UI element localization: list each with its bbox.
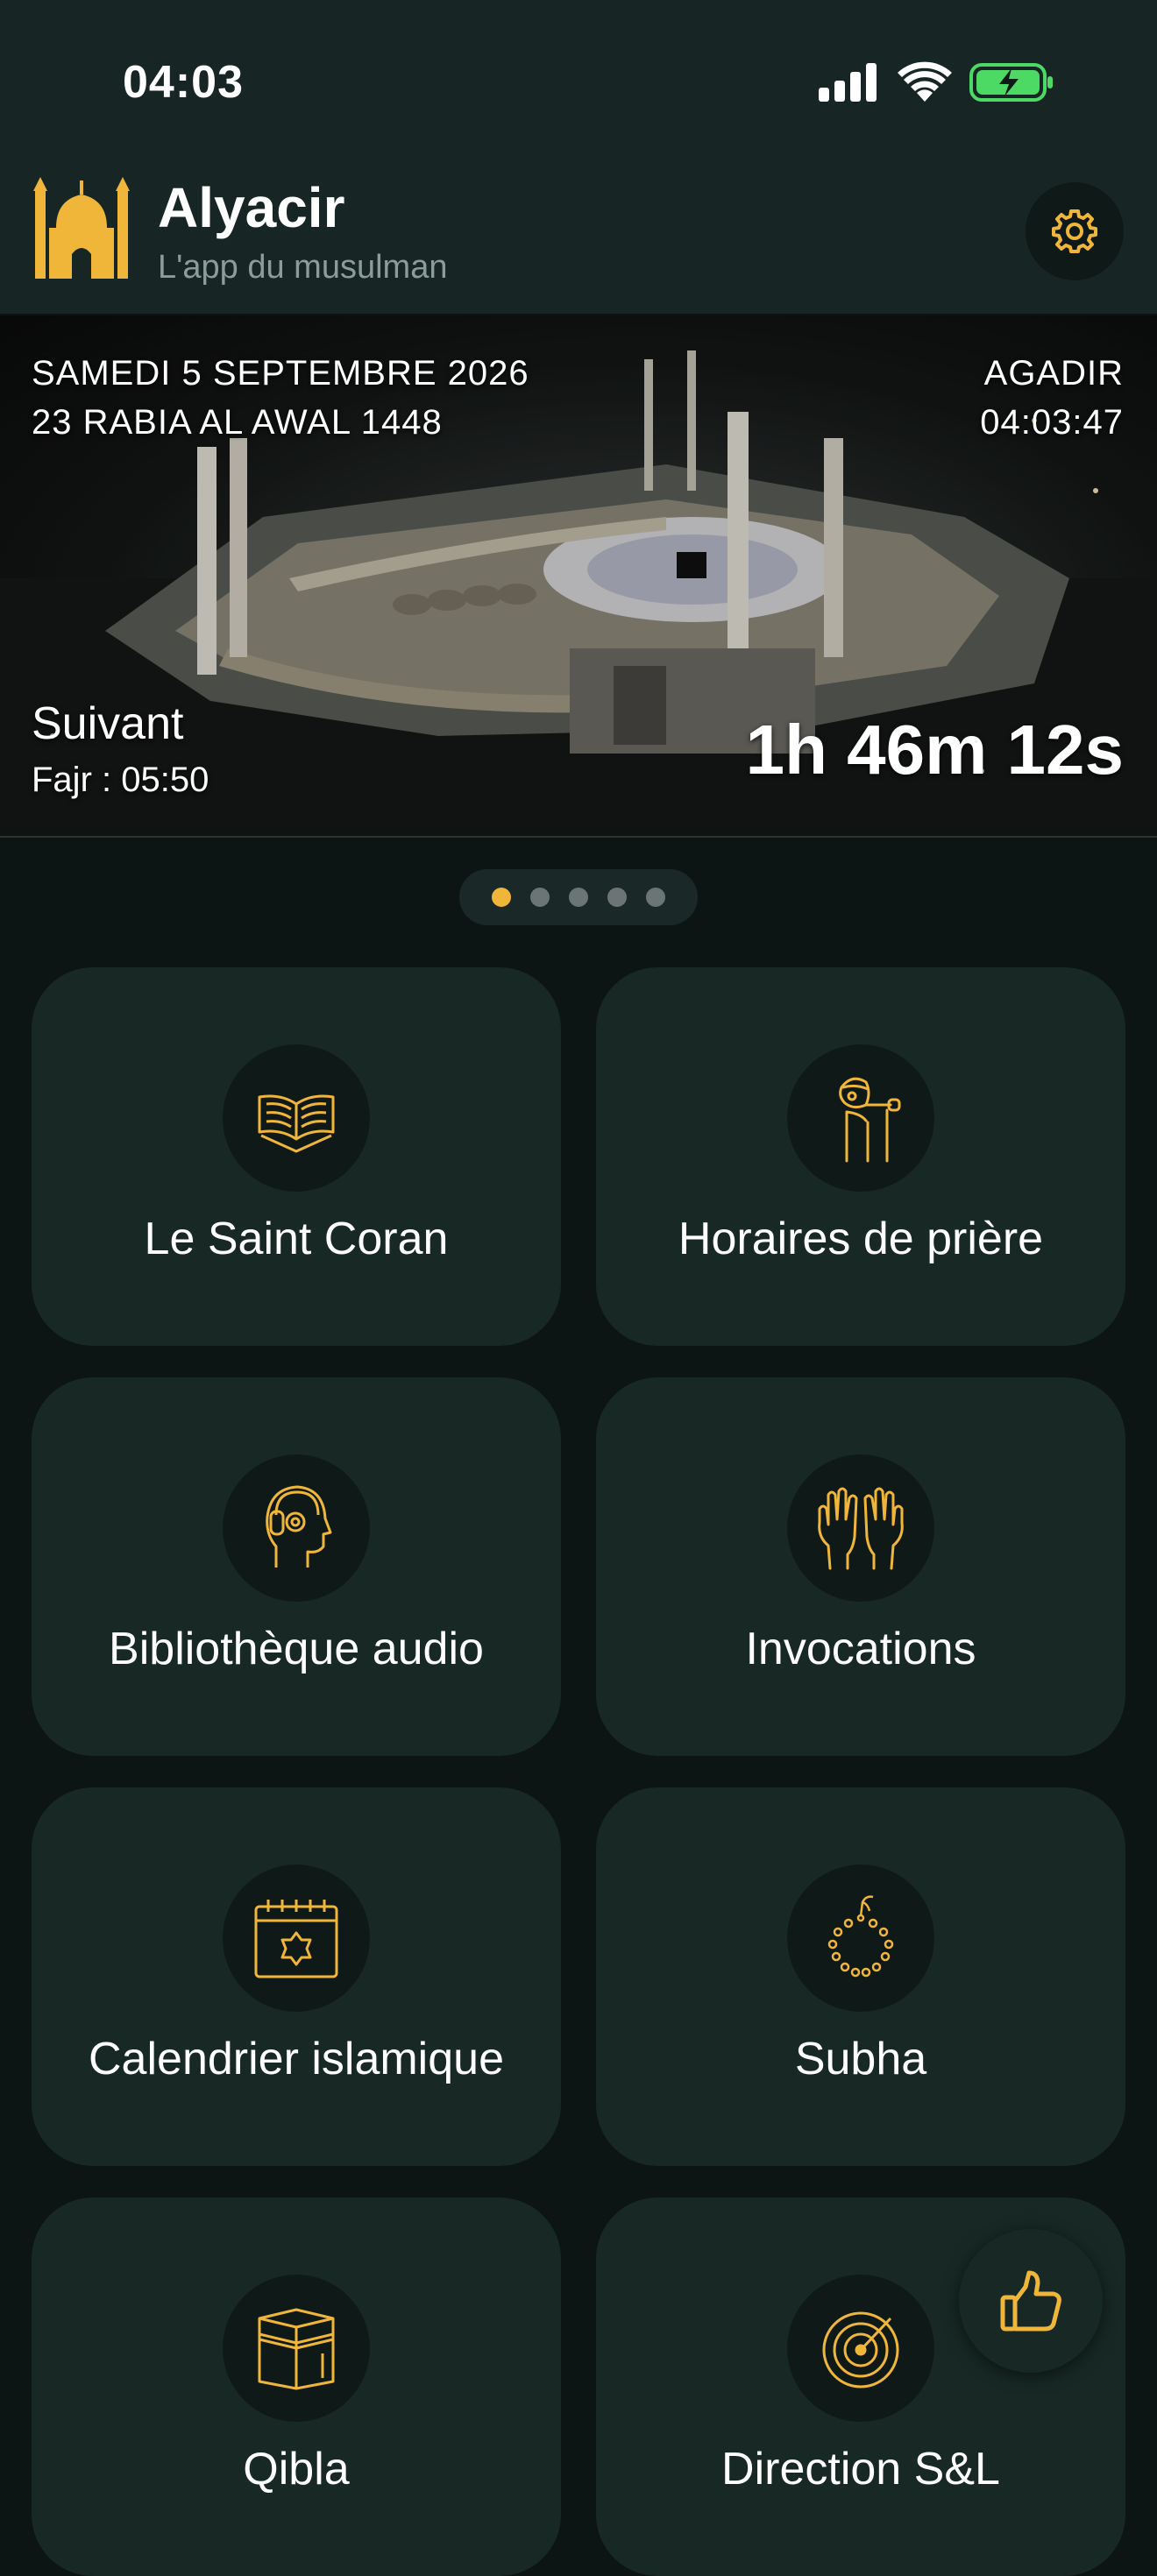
pager-dot[interactable] bbox=[492, 888, 511, 907]
settings-button[interactable] bbox=[1026, 182, 1124, 280]
mosque-icon bbox=[33, 177, 130, 279]
app-subtitle: L'app du musulman bbox=[158, 249, 448, 286]
gregorian-date: SAMEDI 5 SEPTEMBRE 2026 bbox=[32, 354, 529, 393]
hijri-date: 23 RABIA AL AWAL 1448 bbox=[32, 403, 443, 442]
status-time: 04:03 bbox=[123, 57, 244, 108]
menu-card-label: Invocations bbox=[745, 1624, 976, 1674]
wifi-icon bbox=[898, 61, 952, 102]
menu-card-label: Bibliothèque audio bbox=[109, 1624, 484, 1674]
like-fab-button[interactable] bbox=[959, 2229, 1103, 2373]
prayer-banner[interactable]: SAMEDI 5 SEPTEMBRE 2026 23 RABIA AL AWAL… bbox=[0, 315, 1157, 838]
icon-circle bbox=[787, 1865, 934, 2012]
gear-icon bbox=[1052, 209, 1097, 253]
menu-card-islamic-calendar[interactable]: Calendrier islamique bbox=[32, 1787, 561, 2166]
current-time: 04:03:47 bbox=[980, 403, 1124, 442]
pager-dot[interactable] bbox=[530, 888, 550, 907]
menu-card-subha[interactable]: Subha bbox=[596, 1787, 1125, 2166]
icon-circle bbox=[223, 2275, 370, 2422]
pager-dot[interactable] bbox=[569, 888, 588, 907]
pager-dot[interactable] bbox=[607, 888, 627, 907]
menu-card-label: Qibla bbox=[243, 2444, 350, 2495]
prayer-countdown: 1h 46m 12s bbox=[745, 711, 1124, 789]
menu-card-label: Subha bbox=[794, 2034, 927, 2084]
thumbs-up-icon bbox=[1000, 2270, 1061, 2332]
menu-card-label: Horaires de prière bbox=[678, 1214, 1044, 1264]
icon-circle bbox=[223, 1044, 370, 1192]
kaaba-icon bbox=[258, 2308, 335, 2390]
app-title: Alyacir bbox=[158, 176, 345, 239]
prayer-beads-icon bbox=[827, 1895, 894, 1978]
menu-card-prayer-times[interactable]: Horaires de prière bbox=[596, 967, 1125, 1346]
menu-card-invocations[interactable]: Invocations bbox=[596, 1377, 1125, 1756]
battery-charging-icon bbox=[969, 63, 1053, 102]
icon-circle bbox=[787, 1044, 934, 1192]
menu-card-label: Le Saint Coran bbox=[144, 1214, 449, 1264]
icon-circle bbox=[787, 1454, 934, 1602]
cellular-signal-icon bbox=[819, 61, 877, 102]
next-prayer-time: Fajr : 05:50 bbox=[32, 761, 209, 799]
next-prayer-label: Suivant bbox=[32, 698, 184, 749]
open-quran-icon bbox=[258, 1094, 335, 1153]
menu-card-audio-library[interactable]: Bibliothèque audio bbox=[32, 1377, 561, 1756]
status-icons bbox=[819, 61, 1073, 105]
menu-card-label: Calendrier islamique bbox=[89, 2034, 504, 2084]
calendar-star-icon bbox=[254, 1900, 338, 1978]
icon-circle bbox=[223, 1454, 370, 1602]
radar-compass-icon bbox=[822, 2311, 899, 2388]
menu-card-label: Direction S&L bbox=[721, 2444, 1000, 2495]
menu-card-quran[interactable]: Le Saint Coran bbox=[32, 967, 561, 1346]
city-name: AGADIR bbox=[983, 354, 1124, 393]
icon-circle bbox=[223, 1865, 370, 2012]
pager-dot[interactable] bbox=[646, 888, 665, 907]
praying-hands-icon bbox=[818, 1487, 904, 1570]
headphones-head-icon bbox=[266, 1485, 332, 1568]
menu-card-qibla[interactable]: Qibla bbox=[32, 2197, 561, 2576]
banner-pager[interactable] bbox=[459, 869, 698, 925]
icon-circle bbox=[787, 2275, 934, 2422]
muezzin-icon bbox=[839, 1077, 901, 1163]
